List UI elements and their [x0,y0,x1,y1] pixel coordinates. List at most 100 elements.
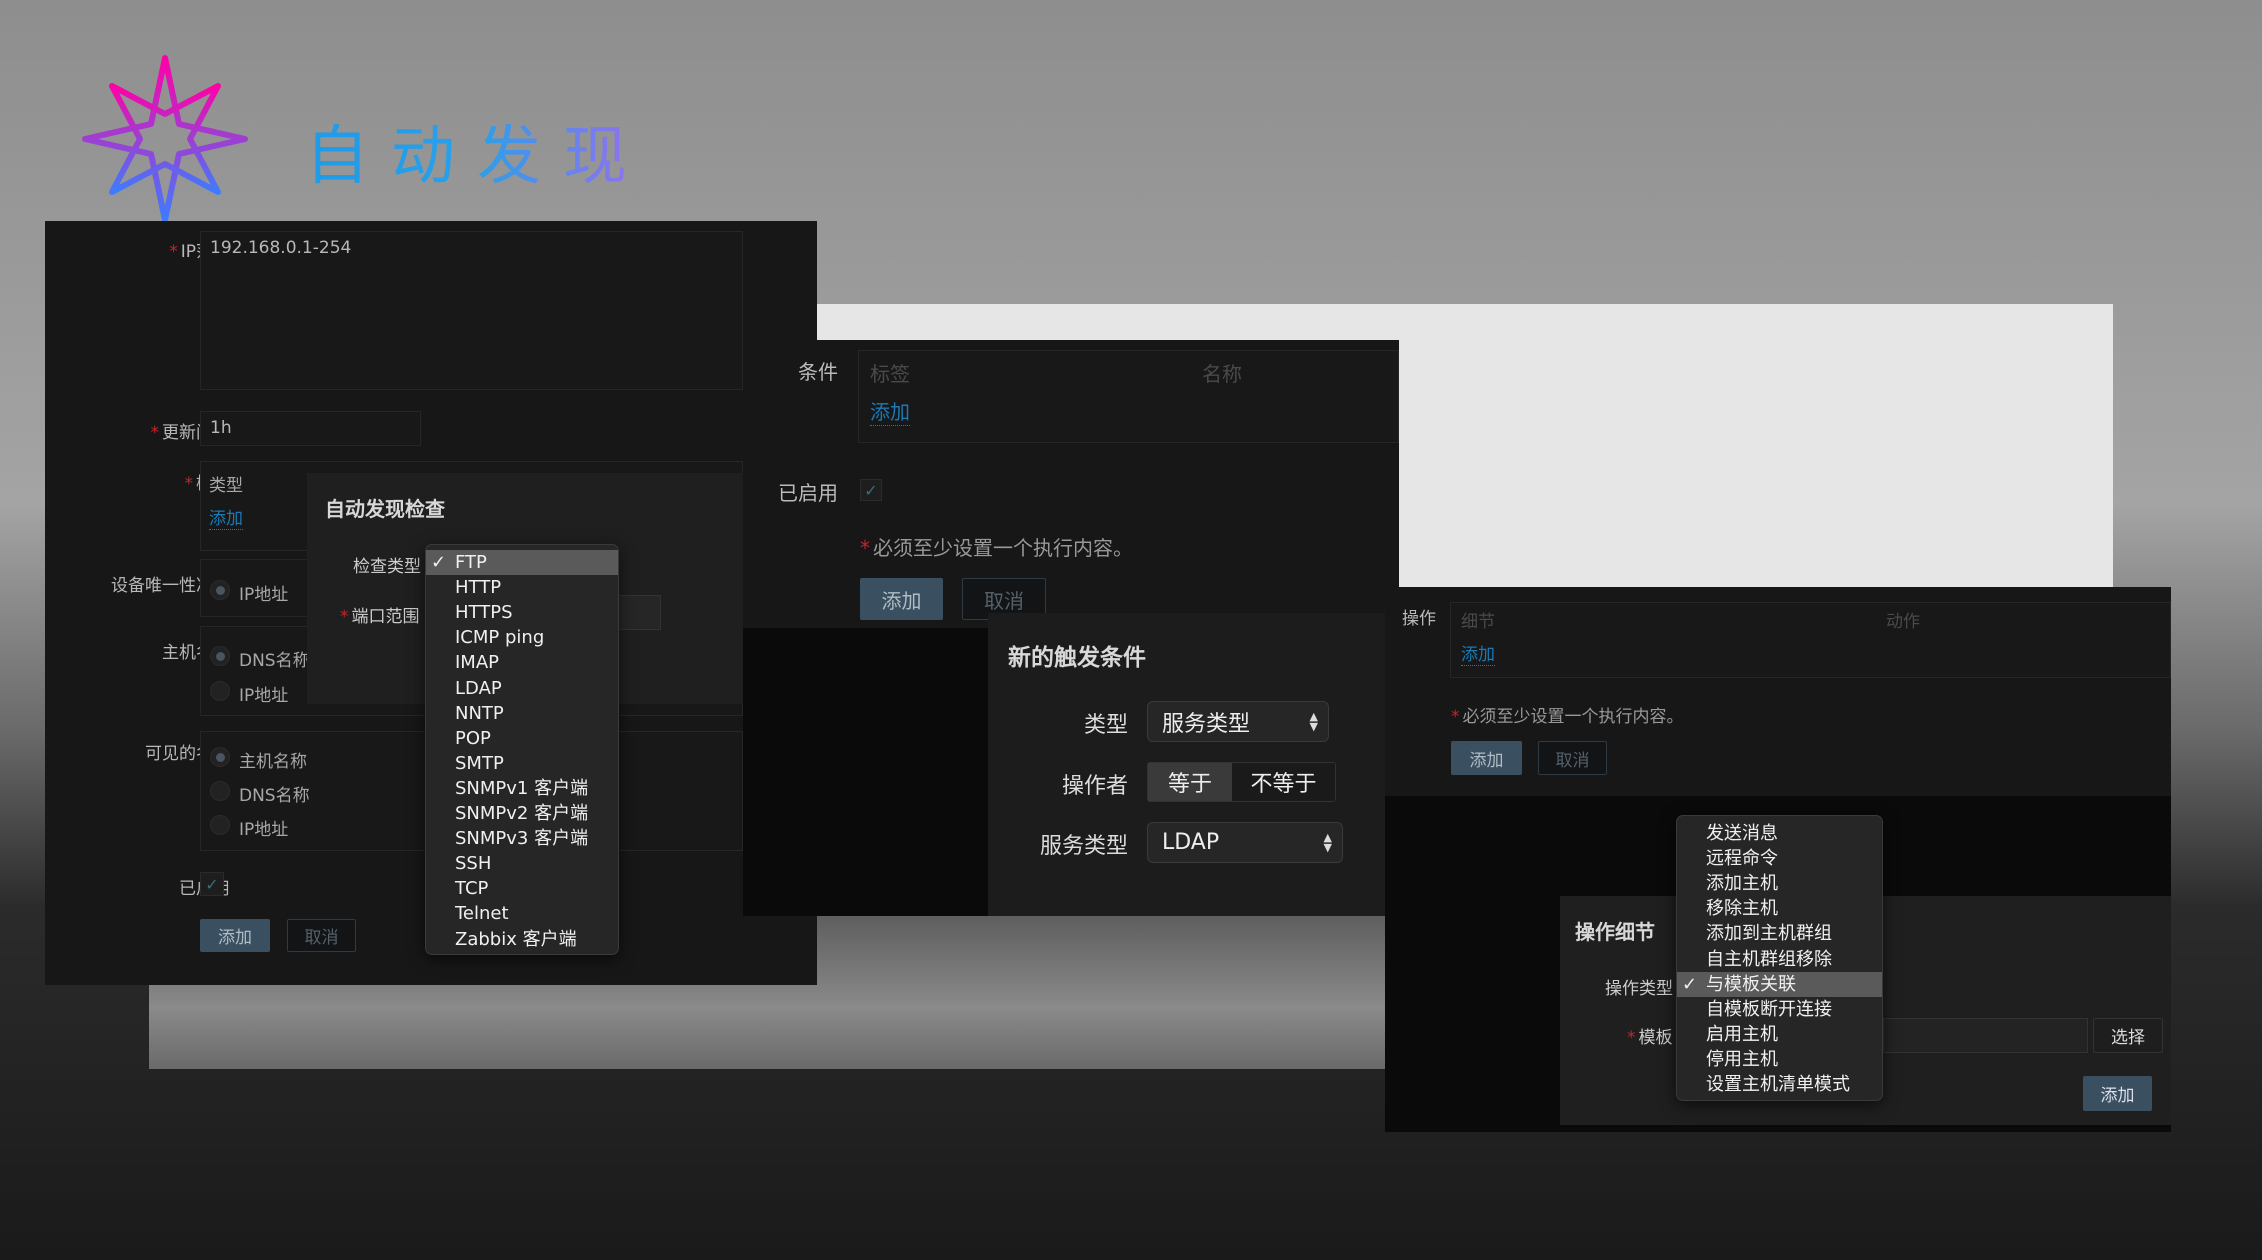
checks-col-type: 类型 [209,476,243,496]
option-label: 远程命令 [1706,848,1778,870]
dropdown-option[interactable]: SNMPv2 客户端 [426,801,618,826]
option-label: NNTP [455,702,504,724]
uniqueness-radio-ip[interactable] [210,580,230,600]
option-label: 停用主机 [1706,1048,1778,1070]
option-label: 添加到主机群组 [1706,923,1832,945]
interval-input[interactable]: 1h [200,411,421,446]
check-type-label: 检查类型 [353,557,421,577]
radio-label: 主机名称 [239,752,307,772]
option-label: 自主机群组移除 [1706,948,1832,970]
new-trigger-condition-dialog: 新的触发条件 类型 服务类型 ▲ ▼ 操作者 等于 不等于 服务类型 LDAP ▲ ▼ [988,613,1385,916]
dropdown-option[interactable]: HTTP [426,575,618,600]
hostname-radio-ip[interactable] [210,681,230,701]
operations-table [1450,602,2171,678]
dropdown-option[interactable]: TCP [426,876,618,901]
dropdown-option[interactable]: SSH [426,851,618,876]
required-warning: * 必须至少设置一个执行内容。 [1451,707,1684,727]
ip-range-textarea[interactable]: 192.168.0.1-254 [200,231,743,390]
enabled-checkbox[interactable]: ✓ [200,872,224,896]
option-label: Zabbix 客户端 [455,928,577,950]
dropdown-option[interactable]: ✓ 与模板关联 [1677,971,1882,997]
dropdown-option[interactable]: 移除主机 [1677,896,1882,921]
conditions-add-link[interactable]: 添加 [870,396,910,426]
option-label: IMAP [455,652,500,674]
dropdown-option[interactable]: 停用主机 [1677,1047,1882,1072]
dropdown-option[interactable]: 启用主机 [1677,1022,1882,1047]
dialog-title: 操作细节 [1575,920,1655,944]
add-button[interactable]: 添加 [2083,1076,2152,1111]
option-label: SSH [455,853,492,875]
operations-add-link[interactable]: 添加 [1461,640,1495,666]
option-label: 发送消息 [1706,823,1778,844]
option-label: 设置主机清单模式 [1706,1074,1850,1095]
add-button[interactable]: 添加 [200,919,270,952]
service-type-select[interactable]: LDAP ▲ ▼ [1147,822,1343,863]
radio-label: IP地址 [239,820,289,840]
type-label: 类型 [1083,713,1128,738]
hostname-radio-dns[interactable] [210,646,230,666]
option-label: HTTPS [455,602,513,624]
dropdown-option[interactable]: SMTP [426,751,618,776]
enabled-checkbox[interactable]: ✓ [860,479,882,501]
add-button[interactable]: 添加 [860,578,943,620]
option-label: POP [455,727,491,749]
template-input[interactable] [1883,1018,2088,1053]
dropdown-option[interactable]: 发送消息 [1677,821,1882,846]
operator-equals[interactable]: 等于 [1148,763,1232,801]
check-icon: ✓ [864,480,878,500]
dropdown-option[interactable]: SNMPv1 客户端 [426,776,618,801]
radio-label: IP地址 [239,585,289,605]
visible-radio-ip[interactable] [210,815,230,835]
check-type-dropdown[interactable]: ✓ FTP HTTP HTTPS ICMP ping IMAP LDAP NNTP POP SMT… [425,544,619,955]
template-label: * 模板 [1627,1028,1673,1048]
option-label: 启用主机 [1706,1023,1778,1045]
check-icon: ✓ [205,874,219,894]
checkmark-icon: ✓ [431,552,447,573]
dropdown-option[interactable]: ✓ FTP [426,550,618,575]
dialog-title: 新的触发条件 [1008,645,1146,671]
dropdown-option[interactable]: Telnet [426,901,618,926]
conditions-table [858,350,1399,443]
select-button[interactable]: 选择 [2093,1018,2163,1053]
dropdown-option[interactable]: HTTPS [426,600,618,625]
dropdown-option[interactable]: 远程命令 [1677,846,1882,871]
option-label: LDAP [455,677,502,699]
type-select[interactable]: 服务类型 ▲ ▼ [1147,701,1329,742]
required-warning: * 必须至少设置一个执行内容。 [860,536,1133,560]
option-label: SMTP [455,752,504,774]
dropdown-option[interactable]: 添加主机 [1677,871,1882,896]
operation-type-dropdown[interactable]: 发送消息远程命令 添加主机 移除主机 添加到主机群组 自主机群组移除 ✓ 与模板关联 自模板断… [1676,815,1883,1101]
conditions-col-name: 名称 [1202,362,1242,386]
dropdown-option[interactable]: NNTP [426,701,618,726]
select-arrows-icon: ▲ ▼ [1323,830,1332,854]
radio-label: DNS名称 [239,786,310,806]
cancel-button[interactable]: 取消 [287,919,356,952]
dropdown-option[interactable]: 设置主机清单模式 [1677,1072,1882,1097]
dropdown-option[interactable]: 自模板断开连接 [1677,997,1882,1022]
dropdown-option[interactable]: ICMP ping [426,625,618,650]
dropdown-option[interactable]: 自主机群组移除 [1677,947,1882,972]
cancel-button[interactable]: 取消 [1538,741,1607,775]
dropdown-option[interactable]: IMAP [426,650,618,675]
operations-label: 操作 [1402,609,1436,629]
dropdown-option[interactable]: SNMPv3 客户端 [426,826,618,851]
dropdown-option[interactable]: POP [426,726,618,751]
operations-col-details: 细节 [1461,612,1495,632]
radio-label: DNS名称 [239,651,310,671]
operation-type-label: 操作类型 [1605,979,1673,999]
dropdown-option[interactable]: LDAP [426,676,618,701]
checks-add-link[interactable]: 添加 [209,504,243,530]
option-label: 自模板断开连接 [1706,998,1832,1020]
visible-radio-hostname[interactable] [210,747,230,767]
dropdown-option[interactable]: 添加到主机群组 [1677,921,1882,946]
conditions-col-label: 标签 [870,362,910,386]
visible-radio-dns[interactable] [210,781,230,801]
service-type-label: 服务类型 [1039,834,1128,859]
option-label: HTTP [455,577,502,599]
dropdown-option[interactable]: Zabbix 客户端 [426,927,618,952]
option-label: ICMP ping [455,627,545,649]
operator-not-equals[interactable]: 不等于 [1232,763,1335,801]
panel-shadow [743,628,988,916]
add-button[interactable]: 添加 [1451,741,1522,775]
radio-label: IP地址 [239,686,289,706]
